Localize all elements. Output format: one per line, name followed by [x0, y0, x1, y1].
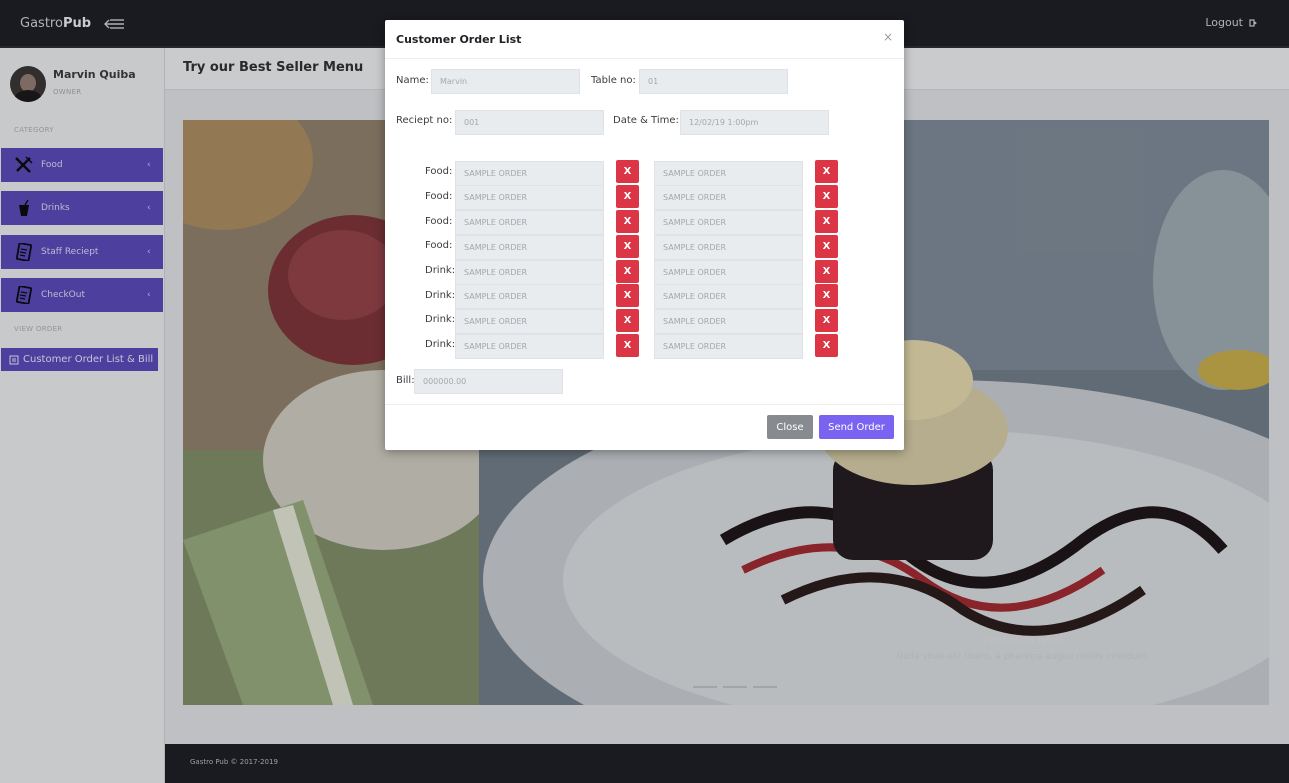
order-row-label: Food: — [425, 191, 453, 202]
order-row-label: Drink: — [425, 314, 456, 325]
bill-field[interactable]: 000000.00 — [414, 369, 563, 394]
order-left-field[interactable]: SAMPLE ORDER — [455, 185, 604, 210]
order-left-field[interactable]: SAMPLE ORDER — [455, 210, 604, 235]
remove-order-button[interactable]: X — [616, 235, 639, 258]
bill-label: Bill: — [396, 375, 415, 386]
remove-order-button[interactable]: X — [815, 334, 838, 357]
order-left-field[interactable]: SAMPLE ORDER — [455, 260, 604, 285]
close-button[interactable]: Close — [767, 415, 813, 439]
order-right-field[interactable]: SAMPLE ORDER — [654, 309, 803, 334]
remove-order-button[interactable]: X — [616, 260, 639, 283]
order-left-field[interactable]: SAMPLE ORDER — [455, 334, 604, 359]
remove-order-button[interactable]: X — [616, 160, 639, 183]
modal-header: Customer Order List × — [385, 20, 904, 59]
datetime-field[interactable]: 12/02/19 1:00pm — [680, 110, 829, 135]
order-right-field[interactable]: SAMPLE ORDER — [654, 210, 803, 235]
order-right-field[interactable]: SAMPLE ORDER — [654, 161, 803, 186]
remove-order-button[interactable]: X — [815, 160, 838, 183]
order-left-field[interactable]: SAMPLE ORDER — [455, 235, 604, 260]
order-row-label: Drink: — [425, 339, 456, 350]
order-right-field[interactable]: SAMPLE ORDER — [654, 284, 803, 309]
order-row-label: Drink: — [425, 265, 456, 276]
order-right-field[interactable]: SAMPLE ORDER — [654, 185, 803, 210]
receipt-field[interactable]: 001 — [455, 110, 604, 135]
name-label: Name: — [396, 75, 429, 86]
order-right-field[interactable]: SAMPLE ORDER — [654, 260, 803, 285]
remove-order-button[interactable]: X — [815, 235, 838, 258]
table-field[interactable]: 01 — [639, 69, 788, 94]
send-order-button[interactable]: Send Order — [819, 415, 894, 439]
modal-footer-divider — [385, 404, 904, 405]
name-field[interactable]: Marvin — [431, 69, 580, 94]
order-right-field[interactable]: SAMPLE ORDER — [654, 334, 803, 359]
remove-order-button[interactable]: X — [815, 284, 838, 307]
order-left-field[interactable]: SAMPLE ORDER — [455, 284, 604, 309]
receipt-label: Reciept no: — [396, 115, 453, 126]
remove-order-button[interactable]: X — [815, 260, 838, 283]
close-icon[interactable]: × — [883, 30, 893, 44]
remove-order-button[interactable]: X — [815, 185, 838, 208]
order-row-label: Food: — [425, 240, 453, 251]
order-row-label: Food: — [425, 166, 453, 177]
datetime-label: Date & Time: — [613, 115, 679, 126]
order-right-field[interactable]: SAMPLE ORDER — [654, 235, 803, 260]
remove-order-button[interactable]: X — [616, 185, 639, 208]
remove-order-button[interactable]: X — [815, 309, 838, 332]
order-row-label: Drink: — [425, 290, 456, 301]
order-left-field[interactable]: SAMPLE ORDER — [455, 309, 604, 334]
remove-order-button[interactable]: X — [616, 309, 639, 332]
table-label: Table no: — [591, 75, 636, 86]
remove-order-button[interactable]: X — [815, 210, 838, 233]
order-left-field[interactable]: SAMPLE ORDER — [455, 161, 604, 186]
modal-title: Customer Order List — [396, 33, 522, 46]
remove-order-button[interactable]: X — [616, 284, 639, 307]
customer-order-modal: Customer Order List × Name: Marvin Table… — [385, 20, 904, 450]
remove-order-button[interactable]: X — [616, 334, 639, 357]
order-row-label: Food: — [425, 216, 453, 227]
remove-order-button[interactable]: X — [616, 210, 639, 233]
